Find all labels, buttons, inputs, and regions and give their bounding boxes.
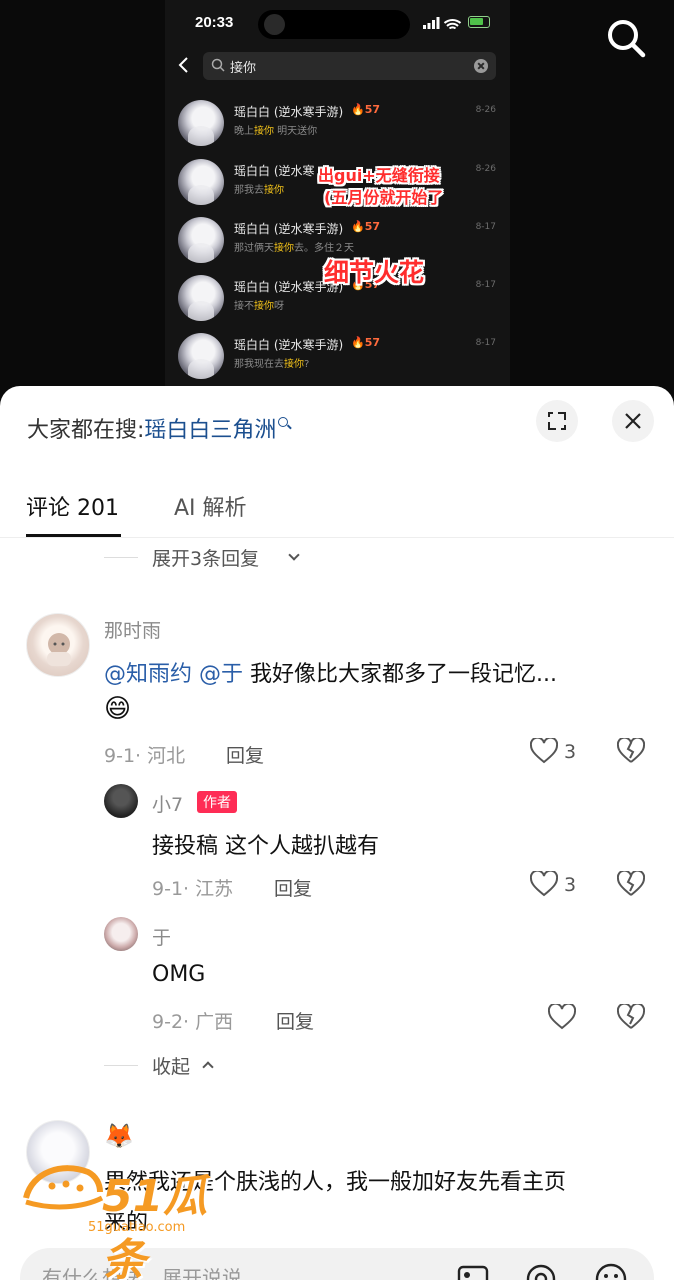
dynamic-island (258, 10, 410, 39)
chat-result: 瑶白白 (逆水寒手游) 🔥57 晚上接你 明天送你 8-26 (165, 98, 510, 156)
phone-search-box: 接你 (203, 52, 496, 80)
site-watermark: 51瓜条 51guatiao.com (22, 1150, 242, 1280)
chevron-up-icon (202, 1061, 214, 1073)
video-player[interactable]: 20:33 接你 瑶白白 (逆水寒手游) 🔥57 晚上接你 明天送你 8-26 … (0, 0, 674, 400)
like-count: 3 (564, 741, 577, 763)
phone-search-row: 接你 (165, 50, 510, 82)
reply-meta: 9-2· 广西 (152, 1011, 234, 1033)
hot-search-prefix: 大家都在搜: (27, 418, 145, 443)
chat-message: 晚上接你 明天送你 (234, 126, 318, 137)
chat-name: 瑶白白 (逆水寒 (234, 164, 315, 178)
watermark-logo-icon (23, 1165, 104, 1210)
chat-avatar (178, 275, 224, 321)
reply-username[interactable]: 小7 (152, 790, 183, 817)
broken-heart-icon[interactable] (617, 871, 645, 897)
fire-streak: 🔥57 (351, 336, 381, 349)
avatar[interactable] (104, 784, 138, 818)
chat-result: 瑶白白 (逆水寒手游) 🔥57 那我现在去接你? 8-17 (165, 331, 510, 389)
search-icon (211, 58, 225, 72)
expand-fullscreen-button[interactable] (536, 400, 578, 442)
chat-date: 8-26 (475, 105, 496, 115)
chat-avatar (178, 100, 224, 146)
comment-emoji: 🦊 (104, 1122, 134, 1150)
chat-name: 瑶白白 (逆水寒手游) (234, 338, 344, 352)
chat-avatar (178, 333, 224, 379)
avatar[interactable] (104, 917, 138, 951)
at-mention-icon[interactable] (524, 1262, 558, 1280)
reply-button[interactable]: 回复 (226, 741, 264, 768)
comment-sheet: 大家都在搜:瑶白白三角洲 评论 201 AI 解析 展开3条回复 那时雨 @知雨… (0, 386, 674, 1280)
divider (104, 557, 138, 558)
phone-time: 20:33 (195, 14, 234, 31)
hot-search-suggestion[interactable]: 大家都在搜:瑶白白三角洲 (27, 412, 289, 444)
broken-heart-icon[interactable] (617, 1004, 645, 1030)
heart-icon[interactable] (548, 1004, 576, 1030)
broken-heart-icon[interactable] (617, 738, 645, 764)
tab-comments[interactable]: 评论 201 (26, 490, 119, 522)
video-caption-line-3: 细节火花 (324, 258, 425, 287)
app-screen: 20:33 接你 瑶白白 (逆水寒手游) 🔥57 晚上接你 明天送你 8-26 … (0, 0, 674, 1280)
collapse-label: 收起 (152, 1056, 191, 1078)
expand-icon (548, 412, 566, 430)
search-icon (278, 417, 289, 427)
chat-avatar (178, 159, 224, 205)
image-icon[interactable] (456, 1262, 490, 1280)
divider (104, 1065, 138, 1066)
close-button[interactable] (612, 400, 654, 442)
close-icon (625, 413, 641, 429)
reply-button[interactable]: 回复 (274, 874, 312, 901)
chat-date: 8-17 (475, 338, 496, 348)
comment-meta: 9-1· 河北 (104, 745, 186, 767)
clear-icon (474, 59, 488, 73)
reply-text: 接投稿 这个人越扒越有 (152, 834, 379, 859)
chat-date: 8-17 (475, 222, 496, 232)
chat-message: 那过俩天接你去。多住２天 (234, 243, 354, 254)
watermark-url: 51guatiao.com (88, 1220, 186, 1235)
phone-search-query: 接你 (230, 61, 257, 76)
chat-avatar (178, 217, 224, 263)
phone-status-bar: 20:33 (165, 0, 510, 46)
fire-streak: 🔥57 (351, 103, 381, 116)
chat-message: 那我现在去接你? (234, 359, 310, 370)
chat-name: 瑶白白 (逆水寒手游) (234, 222, 344, 236)
comment-text: @知雨约 @于 我好像比大家都多了一段记忆... (104, 662, 558, 687)
collapse-replies-button[interactable]: 收起 (104, 1052, 244, 1078)
chat-date: 8-17 (475, 280, 496, 290)
chat-date: 8-26 (475, 164, 496, 174)
avatar[interactable] (26, 613, 90, 677)
search-icon[interactable] (604, 16, 648, 60)
mention-link[interactable]: @于 (199, 662, 243, 687)
chat-message: 接不接你呀 (234, 301, 284, 312)
heart-icon[interactable] (530, 871, 558, 897)
signal-icon (423, 17, 462, 29)
fire-streak: 🔥57 (351, 220, 381, 233)
reply-button[interactable]: 回复 (276, 1007, 314, 1034)
video-caption-line-1: 出gui+无缝衔接 (318, 166, 440, 185)
back-chevron-icon (178, 57, 188, 73)
hot-search-keyword[interactable]: 瑶白白三角洲 (144, 418, 276, 443)
active-tab-indicator (26, 534, 121, 537)
mention-link[interactable]: @知雨约 (104, 662, 192, 687)
reply-text: OMG (152, 962, 206, 987)
author-badge: 作者 (197, 791, 237, 813)
video-caption-line-2: (五月份就开始了 (324, 188, 444, 207)
like-count: 3 (564, 874, 577, 896)
tab-ai-analysis[interactable]: AI 解析 (174, 490, 247, 522)
comment-username[interactable]: 那时雨 (104, 616, 161, 643)
comment-emoji: 😄 (104, 694, 132, 724)
expand-replies-label: 展开3条回复 (152, 548, 260, 570)
chat-message: 那我去接你 (234, 185, 284, 196)
expand-replies-button[interactable]: 展开3条回复 (104, 544, 324, 570)
chat-name: 瑶白白 (逆水寒手游) (234, 105, 344, 119)
battery-icon (468, 16, 490, 28)
reply-meta: 9-1· 江苏 (152, 878, 234, 900)
heart-icon[interactable] (530, 738, 558, 764)
reply-username[interactable]: 于 (152, 923, 171, 950)
emoji-icon[interactable] (594, 1262, 628, 1280)
comment-tabs: 评论 201 AI 解析 (0, 476, 674, 538)
chevron-down-icon (288, 549, 300, 561)
